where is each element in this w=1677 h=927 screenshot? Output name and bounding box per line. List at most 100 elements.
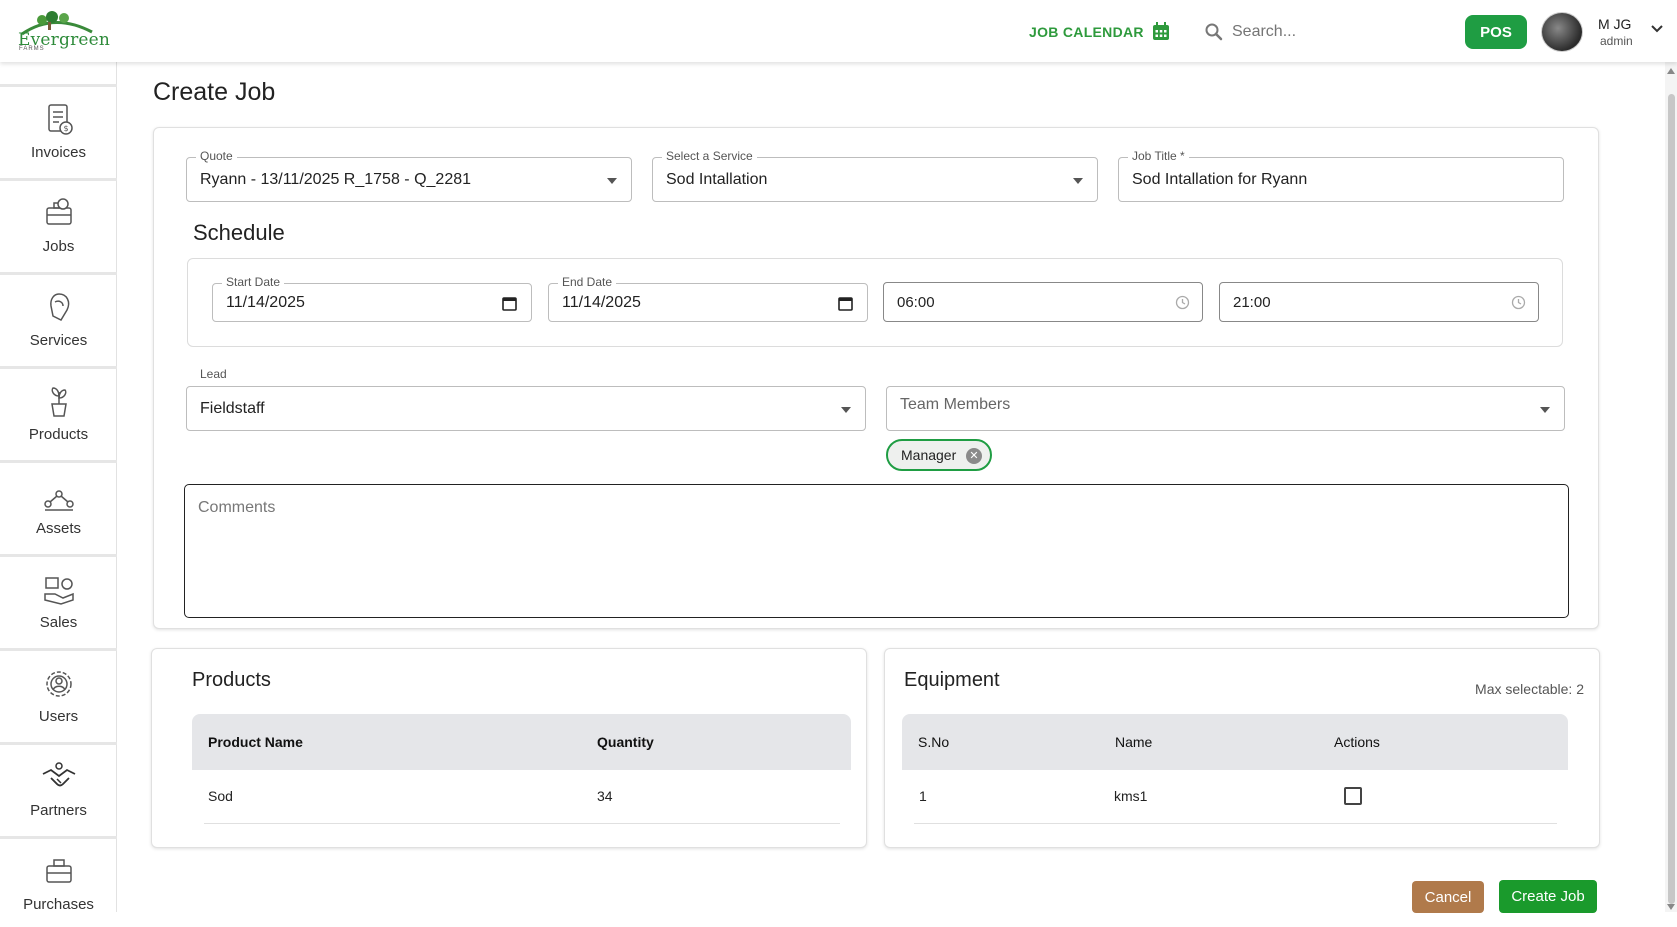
start-date-input[interactable]: Start Date 11/14/2025 [212,275,532,322]
calendar-icon[interactable] [502,295,517,311]
sidebar-item-assets[interactable]: Assets [0,460,117,551]
sidebar-item-label: Users [38,707,79,725]
search-input[interactable] [1232,16,1432,48]
sidebar-item-partners[interactable]: Partners [0,742,117,833]
job-calendar-link[interactable]: JOB CALENDAR [1029,22,1170,41]
products-table-header: Product Name Quantity [192,714,851,770]
service-select[interactable]: Select a Service Sod Intallation [652,149,1098,202]
job-title-label: Job Title * [1128,149,1189,163]
start-time-input[interactable]: 06:00 [883,282,1203,322]
logo-subtext: FARMS [19,46,45,52]
equipment-table-header: S.No Name Actions [902,714,1568,770]
chip-label: Manager [901,447,957,463]
cancel-button[interactable]: Cancel [1412,881,1484,913]
dropdown-arrow-icon [607,178,617,184]
scroll-down-icon[interactable] [1667,904,1675,910]
sidebar-item-label: Assets [35,519,81,537]
team-members-select[interactable]: Team Members [886,386,1565,431]
max-selectable-text: Max selectable: 2 [1475,681,1584,697]
sidebar: $ Invoices Jobs Services Products Assets… [0,62,117,913]
search-box [1200,14,1440,50]
user-role: admin [1600,34,1633,48]
equipment-name-cell: kms1 [1114,788,1148,804]
search-icon [1205,23,1223,41]
gear-users-icon [45,670,72,697]
team-member-chip: Manager ✕ [886,439,992,471]
calendar-icon[interactable] [838,295,853,311]
chevron-down-icon[interactable] [1650,24,1664,34]
assets-icon [43,489,74,511]
service-label: Select a Service [662,149,757,163]
sidebar-item-label: Sales [39,613,78,631]
column-header: Product Name [208,734,303,750]
page-title: Create Job [153,78,276,106]
products-title: Products [192,669,271,691]
row-divider [914,823,1557,824]
calendar-icon [1152,22,1169,40]
jobs-icon [45,197,72,225]
start-time-value: 06:00 [897,294,935,311]
product-quantity-cell: 34 [597,788,613,804]
sidebar-item-jobs[interactable]: Jobs [0,178,117,269]
column-header: Actions [1334,734,1380,750]
lead-value: Fieldstaff [200,400,265,417]
service-value: Sod Intallation [666,171,768,188]
scroll-thumb[interactable] [1668,94,1675,904]
sidebar-item-services[interactable]: Services [0,272,117,363]
pos-button[interactable]: POS [1465,15,1527,49]
job-title-value: Sod Intallation for Ryann [1132,171,1308,188]
column-header: Quantity [597,734,654,750]
start-date-value: 11/14/2025 [226,294,305,311]
quote-value: Ryann - 13/11/2025 R_1758 - Q_2281 [200,171,472,188]
dropdown-arrow-icon [1073,178,1083,184]
end-date-input[interactable]: End Date 11/14/2025 [548,275,868,322]
services-icon [49,292,69,321]
schedule-title: Schedule [193,220,285,245]
sales-icon [43,576,74,605]
sidebar-item-users[interactable]: Users [0,648,117,739]
sidebar-item-invoices[interactable]: $ Invoices [0,84,117,175]
quote-label: Quote [196,149,237,163]
handshake-icon [42,761,75,786]
sidebar-item-label: Partners [30,801,87,819]
quote-select[interactable]: Quote Ryann - 13/11/2025 R_1758 - Q_2281 [186,149,632,202]
create-job-button[interactable]: Create Job [1499,880,1597,913]
sidebar-item-label: Products [28,425,89,443]
clock-icon[interactable] [1511,295,1526,310]
sidebar-item-label: Jobs [42,237,75,255]
sidebar-item-products[interactable]: Products [0,366,117,457]
top-header: Evergreen FARMS JOB CALENDAR POS M JG ad… [0,0,1677,62]
dropdown-arrow-icon [841,407,851,413]
end-time-input[interactable]: 21:00 [1219,282,1539,322]
user-name: M JG [1598,16,1632,32]
end-date-value: 11/14/2025 [562,294,641,311]
select-checkbox[interactable] [1344,787,1362,805]
close-icon[interactable]: ✕ [966,448,982,464]
job-title-input[interactable]: Job Title * Sod Intallation for Ryann [1118,149,1564,202]
equipment-card: Equipment Max selectable: 2 S.No Name Ac… [884,648,1600,848]
sidebar-item-label: Purchases [23,895,94,913]
scroll-up-icon[interactable] [1667,68,1675,74]
column-header: S.No [918,734,950,750]
scrollbar[interactable] [1665,62,1677,912]
end-date-label: End Date [558,275,617,289]
dropdown-arrow-icon [1540,407,1550,413]
sno-cell: 1 [919,788,927,804]
end-time-value: 21:00 [1233,294,1271,311]
avatar[interactable] [1541,12,1583,52]
equipment-title: Equipment [904,669,1000,691]
plant-pot-icon [50,386,67,417]
sidebar-item-sales[interactable]: Sales [0,554,117,645]
job-calendar-label: JOB CALENDAR [1029,23,1144,40]
lead-select[interactable]: Lead Fieldstaff [186,367,866,431]
purchases-icon [45,858,72,883]
invoice-icon: $ [47,103,73,135]
sidebar-item-label: Invoices [30,143,87,161]
column-header: Name [1115,734,1153,750]
products-card: Products Product Name Quantity Sod 34 [151,648,867,848]
comments-input[interactable] [198,499,1548,599]
clock-icon[interactable] [1175,295,1190,310]
sidebar-item-purchases[interactable]: Purchases [0,836,117,927]
start-date-label: Start Date [222,275,285,289]
sidebar-item-label: Services [29,331,88,349]
